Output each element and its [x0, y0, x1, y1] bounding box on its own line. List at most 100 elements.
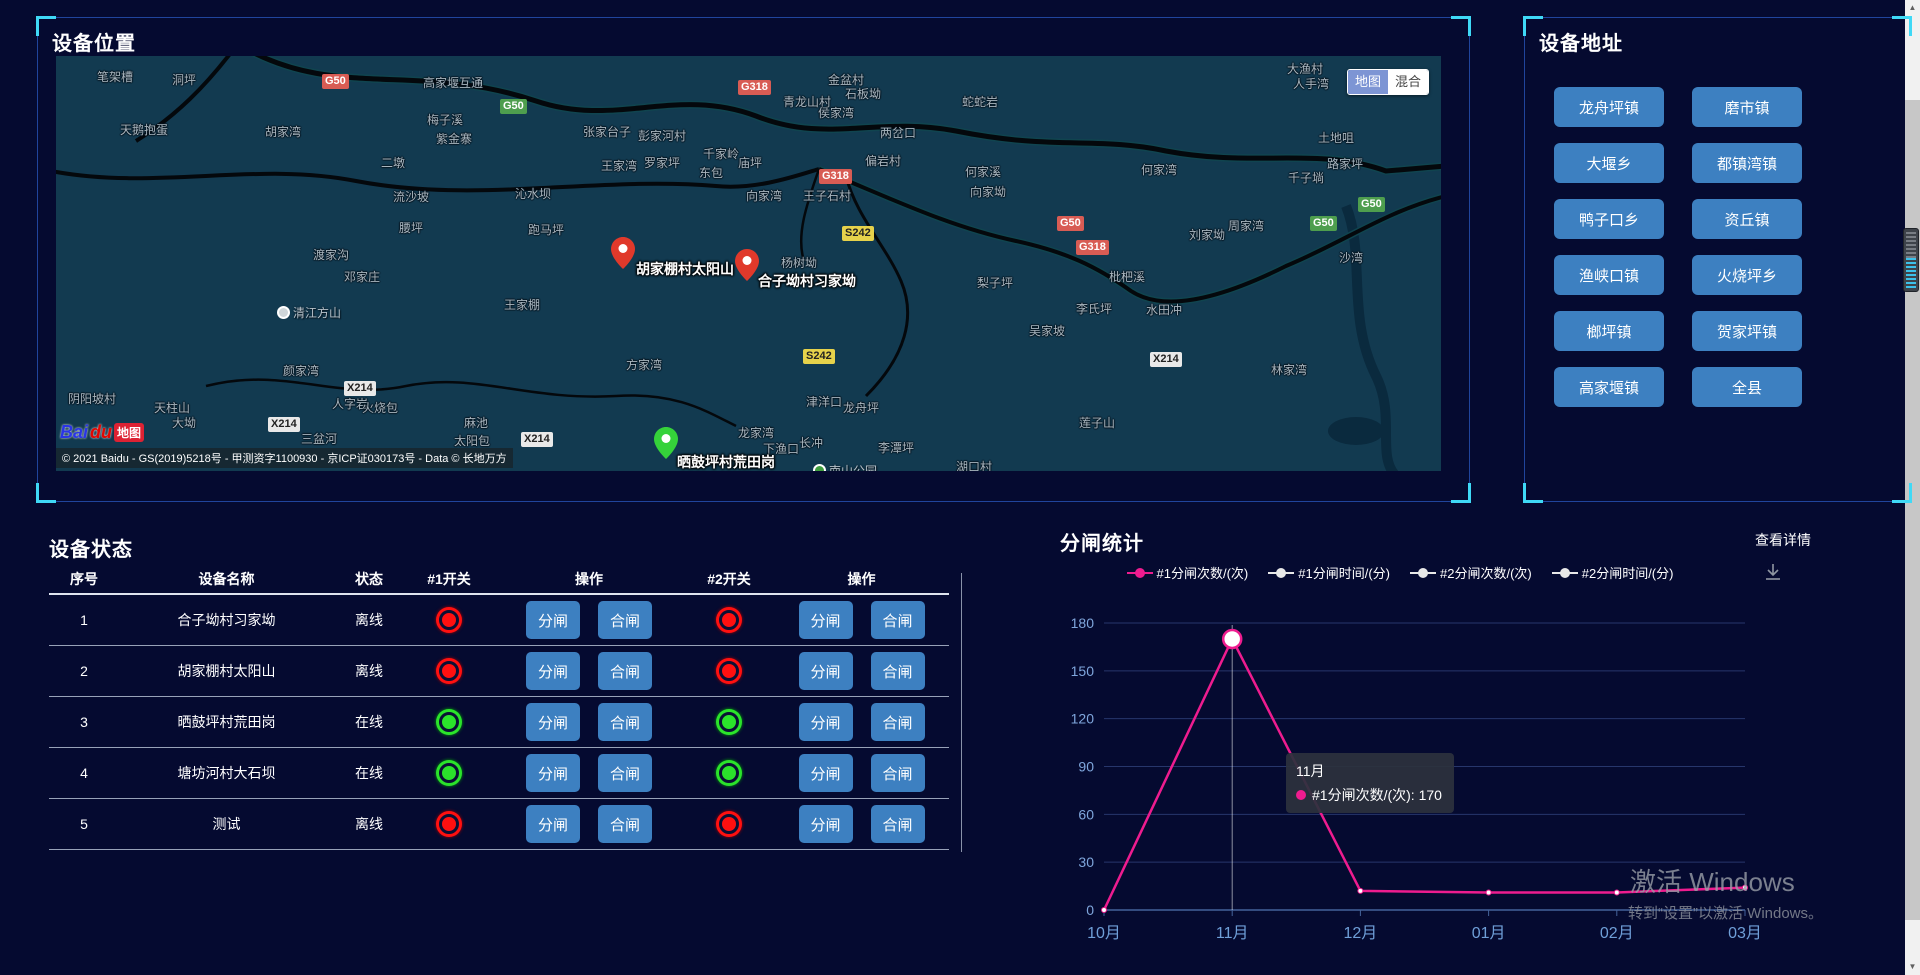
device-status-cell: 离线	[334, 661, 404, 681]
open-switch-button[interactable]: 分闸	[799, 703, 853, 741]
switch1-operation-cell[interactable]: 分闸合闸	[494, 652, 684, 690]
table-header-cell: 状态	[334, 569, 404, 589]
open-switch-button[interactable]: 分闸	[526, 754, 580, 792]
switch1-indicator-cell	[404, 760, 494, 786]
corner-decoration	[1523, 16, 1543, 36]
switch2-indicator-cell	[684, 811, 774, 837]
road-shield-badge: X214	[1150, 352, 1182, 367]
map-place-label: 火烧包	[362, 399, 398, 416]
close-switch-button[interactable]: 合闸	[871, 703, 925, 741]
legend-item[interactable]: #2分闸时间/(分)	[1552, 563, 1674, 582]
road-shield-badge: X214	[344, 381, 376, 396]
switch1-operation-cell[interactable]: 分闸合闸	[494, 703, 684, 741]
address-button[interactable]: 资丘镇	[1692, 199, 1802, 239]
address-button[interactable]: 都镇湾镇	[1692, 143, 1802, 183]
switch2-indicator-cell	[684, 709, 774, 735]
view-details-link[interactable]: 查看详情	[1755, 530, 1811, 550]
switch1-operation-cell[interactable]: 分闸合闸	[494, 805, 684, 843]
map-place-label: 千家岭	[703, 145, 739, 162]
table-header-cell: #2开关	[684, 569, 774, 589]
open-switch-button[interactable]: 分闸	[526, 601, 580, 639]
open-switch-button[interactable]: 分闸	[526, 652, 580, 690]
map-place-label: 大渔村	[1287, 60, 1323, 77]
legend-marker	[1127, 568, 1153, 578]
address-button[interactable]: 榔坪镇	[1554, 311, 1664, 351]
map-place-label: 林家湾	[1271, 361, 1307, 378]
map-place-label: 沙湾	[1339, 249, 1363, 266]
svg-text:12月: 12月	[1343, 925, 1377, 942]
switch2-operation-cell[interactable]: 分闸合闸	[774, 652, 949, 690]
address-button[interactable]: 鸭子口乡	[1554, 199, 1664, 239]
close-switch-button[interactable]: 合闸	[871, 754, 925, 792]
table-header-cell: 操作	[774, 569, 949, 589]
close-switch-button[interactable]: 合闸	[598, 805, 652, 843]
road-shield-badge: S242	[842, 226, 874, 241]
map-place-label: 王家棚	[504, 296, 540, 313]
address-button[interactable]: 贺家坪镇	[1692, 311, 1802, 351]
legend-item[interactable]: #2分闸次数/(次)	[1410, 563, 1532, 582]
map-place-label: 周家湾	[1228, 217, 1264, 234]
map-place-label: 刘家坳	[1189, 226, 1225, 243]
map-type-control[interactable]: 地图 混合	[1347, 69, 1429, 95]
download-icon[interactable]	[1763, 562, 1783, 587]
map-place-label: 长冲	[799, 434, 823, 451]
road-shield-badge: G50	[322, 74, 349, 89]
close-switch-button[interactable]: 合闸	[871, 805, 925, 843]
tooltip-series-dot	[1296, 790, 1306, 800]
switch2-indicator-red	[716, 607, 742, 633]
legend-item[interactable]: #1分闸次数/(次)	[1127, 563, 1249, 582]
switch2-operation-cell[interactable]: 分闸合闸	[774, 601, 949, 639]
open-switch-button[interactable]: 分闸	[799, 754, 853, 792]
switch1-operation-cell[interactable]: 分闸合闸	[494, 754, 684, 792]
device-status-table: 序号设备名称状态#1开关操作#2开关操作 1合子坳村习家坳离线分闸合闸分闸合闸2…	[49, 565, 949, 850]
map-place-label: 沁水坝	[515, 185, 551, 202]
open-switch-button[interactable]: 分闸	[526, 805, 580, 843]
baidu-map[interactable]: 笔架槽洞坪天鹅抱蛋胡家湾高家堰互通梅子溪紫金寨二墩流沙坡沁水坝腰坪跑马坪渡家沟邓…	[56, 56, 1441, 471]
svg-text:0: 0	[1086, 902, 1094, 918]
legend-item[interactable]: #1分闸时间/(分)	[1268, 563, 1390, 582]
close-switch-button[interactable]: 合闸	[598, 703, 652, 741]
switch2-operation-cell[interactable]: 分闸合闸	[774, 754, 949, 792]
map-place-label: 梨子坪	[977, 274, 1013, 291]
map-place-label: 麻池	[464, 414, 488, 431]
device-pin-red[interactable]	[735, 249, 759, 281]
road-shield-badge: G50	[500, 99, 527, 114]
map-place-label: 三盆河	[301, 430, 337, 447]
table-header-cell: 设备名称	[119, 569, 334, 589]
close-switch-button[interactable]: 合闸	[598, 601, 652, 639]
close-switch-button[interactable]: 合闸	[598, 754, 652, 792]
table-body: 1合子坳村习家坳离线分闸合闸分闸合闸2胡家棚村太阳山离线分闸合闸分闸合闸3晒鼓坪…	[49, 595, 949, 850]
device-pin-green[interactable]	[654, 427, 678, 459]
address-button[interactable]: 火烧坪乡	[1692, 255, 1802, 295]
map-type-hybrid-button[interactable]: 混合	[1388, 70, 1428, 94]
address-button[interactable]: 磨市镇	[1692, 87, 1802, 127]
map-place-label: 石板坳	[845, 85, 881, 102]
open-switch-button[interactable]: 分闸	[799, 601, 853, 639]
open-switch-button[interactable]: 分闸	[799, 652, 853, 690]
address-button[interactable]: 渔峡口镇	[1554, 255, 1664, 295]
map-place-label: 王子石村	[803, 187, 851, 204]
open-switch-button[interactable]: 分闸	[799, 805, 853, 843]
close-switch-button[interactable]: 合闸	[871, 601, 925, 639]
map-place-label: 杨树坳	[781, 254, 817, 271]
device-pin-red[interactable]	[611, 237, 635, 269]
scrollbar-down-arrow[interactable]: ▼	[1905, 959, 1920, 975]
switch1-operation-cell[interactable]: 分闸合闸	[494, 601, 684, 639]
close-switch-button[interactable]: 合闸	[598, 652, 652, 690]
corner-decoration	[36, 483, 56, 503]
open-switch-button[interactable]: 分闸	[526, 703, 580, 741]
switch2-operation-cell[interactable]: 分闸合闸	[774, 805, 949, 843]
switch1-indicator-cell	[404, 811, 494, 837]
close-switch-button[interactable]: 合闸	[871, 652, 925, 690]
map-type-map-button[interactable]: 地图	[1348, 70, 1388, 94]
page-title-device-status: 设备状态	[49, 533, 133, 562]
scrollbar-thumb[interactable]	[1905, 100, 1920, 920]
address-button[interactable]: 龙舟坪镇	[1554, 87, 1664, 127]
switch2-operation-cell[interactable]: 分闸合闸	[774, 703, 949, 741]
address-button[interactable]: 大堰乡	[1554, 143, 1664, 183]
map-place-label: 高家堰互通	[423, 74, 483, 91]
scrollbar-up-arrow[interactable]: ▲	[1905, 0, 1920, 16]
address-button[interactable]: 高家堰镇	[1554, 367, 1664, 407]
map-place-label: 梅子溪	[427, 111, 463, 128]
address-button[interactable]: 全县	[1692, 367, 1802, 407]
